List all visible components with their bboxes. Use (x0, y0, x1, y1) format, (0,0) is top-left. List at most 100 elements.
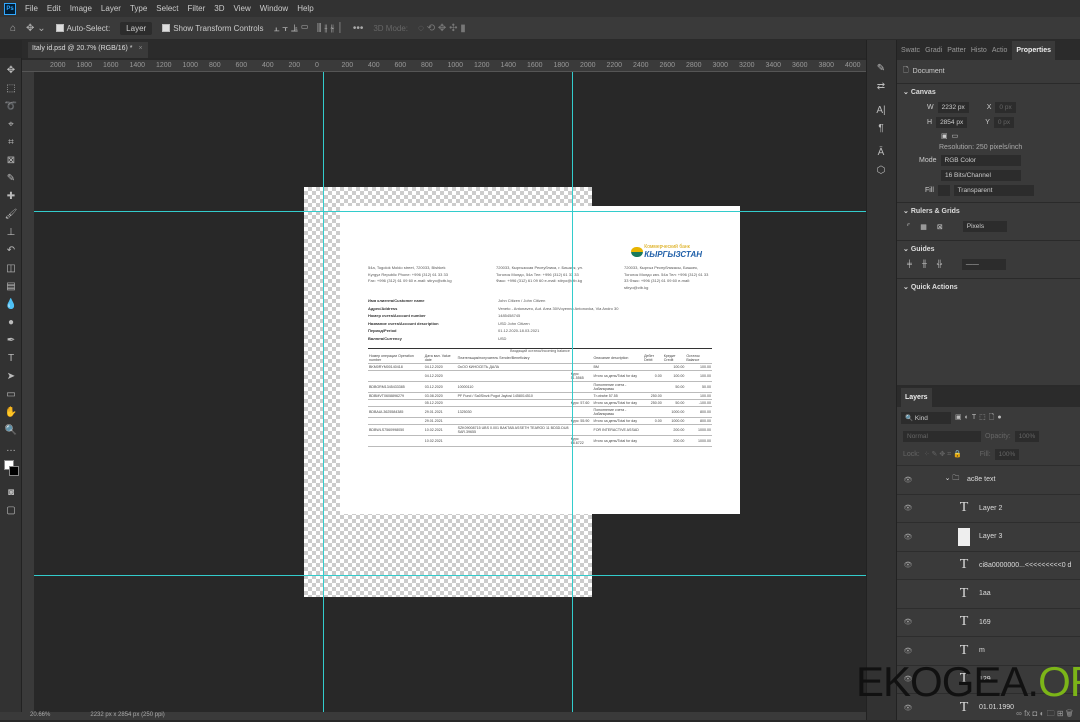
guide-layout-icon[interactable]: ╪ (907, 261, 912, 268)
blur-tool-icon[interactable]: 💧 (0, 296, 22, 314)
move-tool-icon[interactable]: ✥ (0, 62, 22, 80)
stamp-tool-icon[interactable]: ⊥ (0, 224, 22, 242)
move-tool-icon[interactable]: ✥ ⌄ (26, 23, 46, 34)
color-swatches[interactable] (0, 458, 22, 484)
dodge-tool-icon[interactable]: ● (0, 314, 22, 332)
menu-view[interactable]: View (234, 4, 251, 13)
eraser-tool-icon[interactable]: ◫ (0, 260, 22, 278)
layer-item[interactable]: 👁 Tci8a0000000...<<<<<<<<<0 d (897, 550, 1080, 580)
blend-mode-dropdown[interactable]: Normal (903, 431, 981, 442)
tab-gradients[interactable]: Gradi (925, 47, 942, 54)
pen-tool-icon[interactable]: ✒ (0, 332, 22, 350)
align-icons[interactable]: ⫠ ⫟ ⫡ ▭ ⫼ ⫲ ⫳ ⏐ (273, 23, 342, 34)
close-tab-button[interactable]: × (138, 45, 142, 52)
auto-select-target-dropdown[interactable]: Layer (120, 21, 153, 35)
paragraph-icon[interactable]: ¶ (867, 120, 895, 138)
ruler-icon[interactable]: ⌜ (907, 223, 910, 231)
visibility-eye-icon[interactable]: 👁 (897, 476, 919, 484)
canvas-area[interactable]: Коммерческий банк КЫРГЫЗСТАН 54a, Togolok… (34, 72, 866, 712)
quick-select-tool-icon[interactable]: ⌖ (0, 116, 22, 134)
layers-footer-icons[interactable]: ∞ fx ◘ ◐ 🗀 ⊞ 🗑 (897, 708, 1080, 720)
marquee-tool-icon[interactable]: ⬚ (0, 80, 22, 98)
guide-style-dropdown[interactable]: —— (961, 259, 1006, 270)
guide-vertical[interactable] (323, 72, 324, 712)
x-input[interactable]: 0 px (995, 102, 1016, 113)
quick-mask-icon[interactable]: ◙ (0, 484, 22, 502)
layer-item[interactable]: 👁 Layer 3 (897, 522, 1080, 551)
layer-fill-input[interactable]: 100% (994, 449, 1020, 460)
hand-tool-icon[interactable]: ✋ (0, 404, 22, 422)
tab-properties[interactable]: Properties (1012, 40, 1056, 60)
lasso-tool-icon[interactable]: ➰ (0, 98, 22, 116)
crop-tool-icon[interactable]: ⌗ (0, 134, 22, 152)
visibility-eye-icon[interactable]: 👁 (897, 561, 919, 569)
brush-settings-icon[interactable]: ✎ (867, 60, 895, 78)
landscape-icon[interactable]: ▭ (952, 132, 959, 140)
glyphs-icon[interactable]: Ā (867, 144, 895, 162)
tab-layers[interactable]: Layers (901, 387, 932, 407)
menu-select[interactable]: Select (156, 4, 178, 13)
history-brush-icon[interactable]: ↶ (0, 242, 22, 260)
zoom-level[interactable]: 20.66% (30, 712, 50, 720)
opacity-input[interactable]: 100% (1014, 431, 1040, 442)
auto-select-checkbox[interactable]: Auto-Select: (55, 24, 110, 33)
menu-layer[interactable]: Layer (101, 4, 121, 13)
guide-horizontal[interactable] (34, 211, 866, 212)
document-tab[interactable]: Italy id.psd @ 20.7% (RGB/16) * × (28, 42, 148, 58)
quick-actions-header[interactable]: ⌄ Quick Actions (897, 278, 1080, 295)
type-tool-icon[interactable]: T (0, 350, 22, 368)
3d-icon[interactable]: ⬡ (867, 162, 895, 180)
tab-swatches[interactable]: Swatc (901, 47, 920, 54)
tab-actions[interactable]: Actio (992, 47, 1008, 54)
layer-item[interactable]: 👁 ⌄ 🗀 ac8e text (897, 465, 1080, 494)
tab-history[interactable]: Histo (971, 47, 987, 54)
zoom-tool-icon[interactable]: 🔍 (0, 422, 22, 440)
mode-dropdown[interactable]: RGB Color (940, 155, 1021, 166)
bit-depth-dropdown[interactable]: 16 Bits/Channel (941, 170, 1021, 181)
tab-patterns[interactable]: Patter (947, 47, 966, 54)
guide-horizontal[interactable] (34, 575, 866, 576)
eyedropper-tool-icon[interactable]: ✎ (0, 170, 22, 188)
width-input[interactable]: 2232 px (937, 102, 969, 113)
y-input[interactable]: 0 px (993, 117, 1015, 128)
brush-tool-icon[interactable]: 🖌 (0, 206, 22, 224)
menu-file[interactable]: File (25, 4, 38, 13)
menu-filter[interactable]: Filter (188, 4, 206, 13)
visibility-eye-icon[interactable]: 👁 (897, 647, 919, 655)
3d-tools-icons[interactable]: ◌ ⟲ ✥ ✣ ▮ (418, 23, 466, 34)
guide-vertical[interactable] (572, 72, 573, 712)
menu-help[interactable]: Help (297, 4, 313, 13)
fill-swatch[interactable] (937, 185, 950, 196)
layer-item[interactable]: T 1aa (897, 579, 1080, 608)
healing-tool-icon[interactable]: ✚ (0, 188, 22, 206)
fill-dropdown[interactable]: Transparent (953, 185, 1034, 196)
height-input[interactable]: 2854 px (936, 117, 968, 128)
canvas-section-header[interactable]: ⌄ Canvas (897, 83, 1080, 100)
layer-item[interactable]: 👁 T Layer 2 (897, 493, 1080, 523)
guides-header[interactable]: ⌄ Guides (897, 240, 1080, 257)
rectangle-tool-icon[interactable]: ▭ (0, 386, 22, 404)
kind-filter-dropdown[interactable]: 🔍 Kind (901, 412, 951, 424)
adjustments-icon[interactable]: ⇄ (867, 78, 895, 96)
visibility-eye-icon[interactable]: 👁 (897, 504, 919, 512)
visibility-eye-icon[interactable]: 👁 (897, 533, 919, 541)
frame-tool-icon[interactable]: ⊠ (0, 152, 22, 170)
path-select-tool-icon[interactable]: ➤ (0, 368, 22, 386)
home-icon[interactable]: ⌂ (10, 23, 16, 34)
layer-filter-icons[interactable]: ▣◐T⬚🗋● (955, 413, 1005, 424)
menu-3d[interactable]: 3D (214, 4, 224, 13)
layer-item[interactable]: 👁 T 169 (897, 607, 1080, 637)
rulers-grids-header[interactable]: ⌄ Rulers & Grids (897, 202, 1080, 219)
units-dropdown[interactable]: Pixels (962, 221, 1007, 232)
menu-image[interactable]: Image (70, 4, 92, 13)
gradient-tool-icon[interactable]: ▤ (0, 278, 22, 296)
more-icon[interactable]: ••• (353, 23, 364, 34)
show-transform-checkbox[interactable]: Show Transform Controls (162, 24, 263, 33)
character-icon[interactable]: A| (867, 102, 895, 120)
lock-icons[interactable]: ⁘ ✎ ✥ ⌗ 🔒 (924, 450, 962, 459)
grid-icon[interactable]: ▦ (920, 223, 927, 231)
menu-edit[interactable]: Edit (47, 4, 61, 13)
more-tools-icon[interactable]: … (0, 440, 22, 458)
guide-add-icon[interactable]: ╬ (937, 261, 942, 268)
screen-mode-icon[interactable]: ▢ (0, 502, 22, 520)
